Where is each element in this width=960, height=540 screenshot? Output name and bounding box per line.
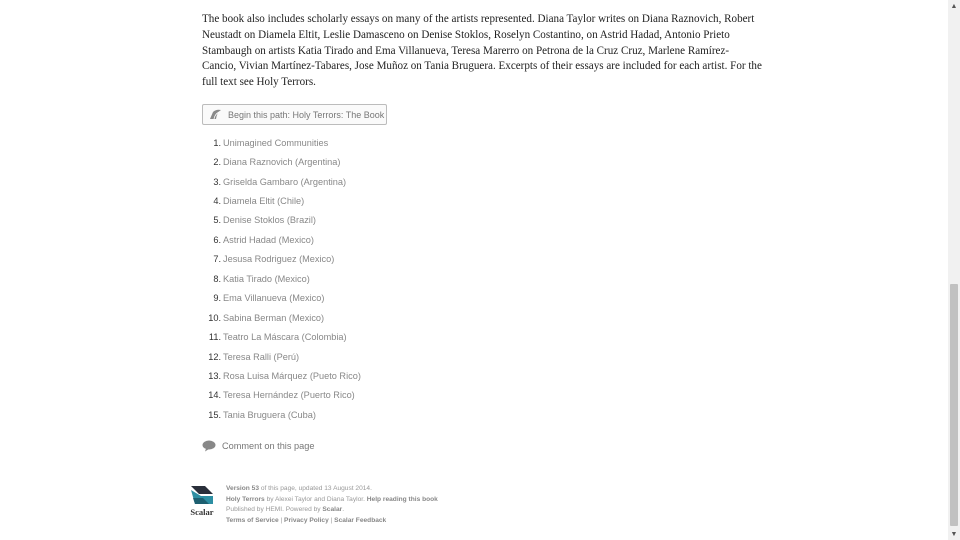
- list-item: 7. Jesusa Rodriguez (Mexico): [202, 250, 361, 269]
- list-item: 8. Katia Tirado (Mexico): [202, 269, 361, 288]
- list-item-number: 7.: [213, 254, 221, 265]
- help-reading-link[interactable]: Help reading this book: [367, 496, 438, 503]
- list-item-number: 12.: [208, 351, 221, 362]
- list-item: 12. Teresa Ralli (Perú): [202, 347, 361, 366]
- published-text: Published by HEMI. Powered by: [226, 506, 321, 514]
- list-item-number: 6.: [213, 234, 221, 245]
- comment-link[interactable]: Comment on this page: [202, 440, 314, 452]
- list-item: 5. Denise Stoklos (Brazil): [202, 211, 361, 230]
- comment-label: Comment on this page: [222, 441, 315, 451]
- list-item: 15. Tania Bruguera (Cuba): [202, 405, 361, 424]
- list-item: 1. Unimagined Communities: [202, 133, 361, 152]
- list-item: 13. Rosa Luisa Márquez (Pueto Rico): [202, 366, 361, 385]
- scroll-up-arrow-icon[interactable]: ▲: [948, 0, 960, 12]
- terms-link[interactable]: Terms of Service: [226, 517, 279, 524]
- path-item-link[interactable]: Ema Villanueva (Mexico): [223, 293, 324, 303]
- list-item-number: 13.: [208, 370, 221, 381]
- footer-text: Version 53 of this page, updated 13 Augu…: [226, 484, 438, 526]
- path-item-link[interactable]: Griselda Gambaro (Argentina): [223, 177, 346, 187]
- path-icon: [210, 109, 221, 120]
- scalar-logo[interactable]: Scalar: [186, 484, 218, 517]
- list-item-number: 4.: [213, 196, 221, 207]
- scalar-logo-text: Scalar: [190, 507, 214, 517]
- path-item-link[interactable]: Sabina Berman (Mexico): [223, 313, 324, 323]
- list-item: 11. Teatro La Máscara (Colombia): [202, 327, 361, 346]
- path-item-link[interactable]: Teatro La Máscara (Colombia): [223, 332, 347, 342]
- path-item-link[interactable]: Teresa Hernández (Puerto Rico): [223, 390, 355, 400]
- list-item: 6. Astrid Hadad (Mexico): [202, 230, 361, 249]
- list-item: 9. Ema Villanueva (Mexico): [202, 289, 361, 308]
- path-item-link[interactable]: Rosa Luisa Márquez (Pueto Rico): [223, 371, 361, 381]
- path-contents-list: 1. Unimagined Communities 2. Diana Raznovi…: [202, 133, 361, 425]
- footer-book-line: Holy Terrors by Alexei Taylor and Diana …: [226, 495, 438, 506]
- intro-paragraph: The book also includes scholarly essays …: [202, 13, 762, 89]
- book-title-link[interactable]: Holy Terrors: [226, 496, 265, 503]
- comment-bubble-icon: [202, 440, 216, 452]
- list-item-number: 1.: [213, 137, 221, 148]
- list-item-number: 10.: [208, 312, 221, 323]
- scroll-down-arrow-icon[interactable]: ▼: [948, 528, 960, 540]
- list-item: 10. Sabina Berman (Mexico): [202, 308, 361, 327]
- list-item: 2. Diana Raznovich (Argentina): [202, 152, 361, 171]
- begin-path-button[interactable]: Begin this path: Holy Terrors: The Book: [202, 104, 387, 125]
- path-item-link[interactable]: Tania Bruguera (Cuba): [223, 410, 316, 420]
- list-item: 4. Diamela Eltit (Chile): [202, 191, 361, 210]
- footer-version-line: Version 53 of this page, updated 13 Augu…: [226, 484, 438, 495]
- path-item-link[interactable]: Jesusa Rodriguez (Mexico): [223, 254, 334, 264]
- scalar-logo-icon: [191, 486, 213, 504]
- path-item-link[interactable]: Diamela Eltit (Chile): [223, 196, 304, 206]
- path-item-link[interactable]: Teresa Ralli (Perú): [223, 352, 299, 362]
- list-item-number: 11.: [208, 332, 221, 343]
- list-item-number: 15.: [208, 409, 221, 420]
- path-item-link[interactable]: Unimagined Communities: [223, 138, 328, 148]
- feedback-link[interactable]: Scalar Feedback: [334, 517, 386, 524]
- version-detail: of this page, updated 13 August 2014.: [260, 485, 372, 492]
- footer-legal-line: Terms of Service | Privacy Policy | Scal…: [226, 516, 438, 527]
- path-item-link[interactable]: Diana Raznovich (Argentina): [223, 157, 340, 167]
- book-authors: by Alexei Taylor and Diana Taylor.: [266, 495, 365, 503]
- list-item-number: 3.: [213, 176, 221, 187]
- page-footer: Scalar Version 53 of this page, updated …: [186, 484, 438, 526]
- scalar-link[interactable]: Scalar: [322, 506, 342, 513]
- version-link[interactable]: Version 53: [226, 485, 259, 492]
- vertical-scrollbar[interactable]: ▲ ▼: [948, 0, 960, 540]
- list-item-number: 8.: [213, 273, 221, 284]
- list-item: 14. Teresa Hernández (Puerto Rico): [202, 386, 361, 405]
- footer-published-line: Published by HEMI. Powered by Scalar.: [226, 505, 438, 516]
- privacy-link[interactable]: Privacy Policy: [284, 517, 329, 524]
- path-item-link[interactable]: Katia Tirado (Mexico): [223, 274, 310, 284]
- period: .: [342, 506, 345, 514]
- begin-path-label: Begin this path: Holy Terrors: The Book: [228, 109, 385, 120]
- list-item: 3. Griselda Gambaro (Argentina): [202, 172, 361, 191]
- path-item-link[interactable]: Astrid Hadad (Mexico): [223, 235, 314, 245]
- list-item-number: 14.: [208, 390, 221, 401]
- page-content: The book also includes scholarly essays …: [202, 12, 762, 91]
- scrollbar-thumb[interactable]: [950, 284, 958, 526]
- list-item-number: 2.: [213, 157, 221, 168]
- list-item-number: 5.: [213, 215, 221, 226]
- path-item-link[interactable]: Denise Stoklos (Brazil): [223, 215, 316, 225]
- list-item-number: 9.: [213, 293, 221, 304]
